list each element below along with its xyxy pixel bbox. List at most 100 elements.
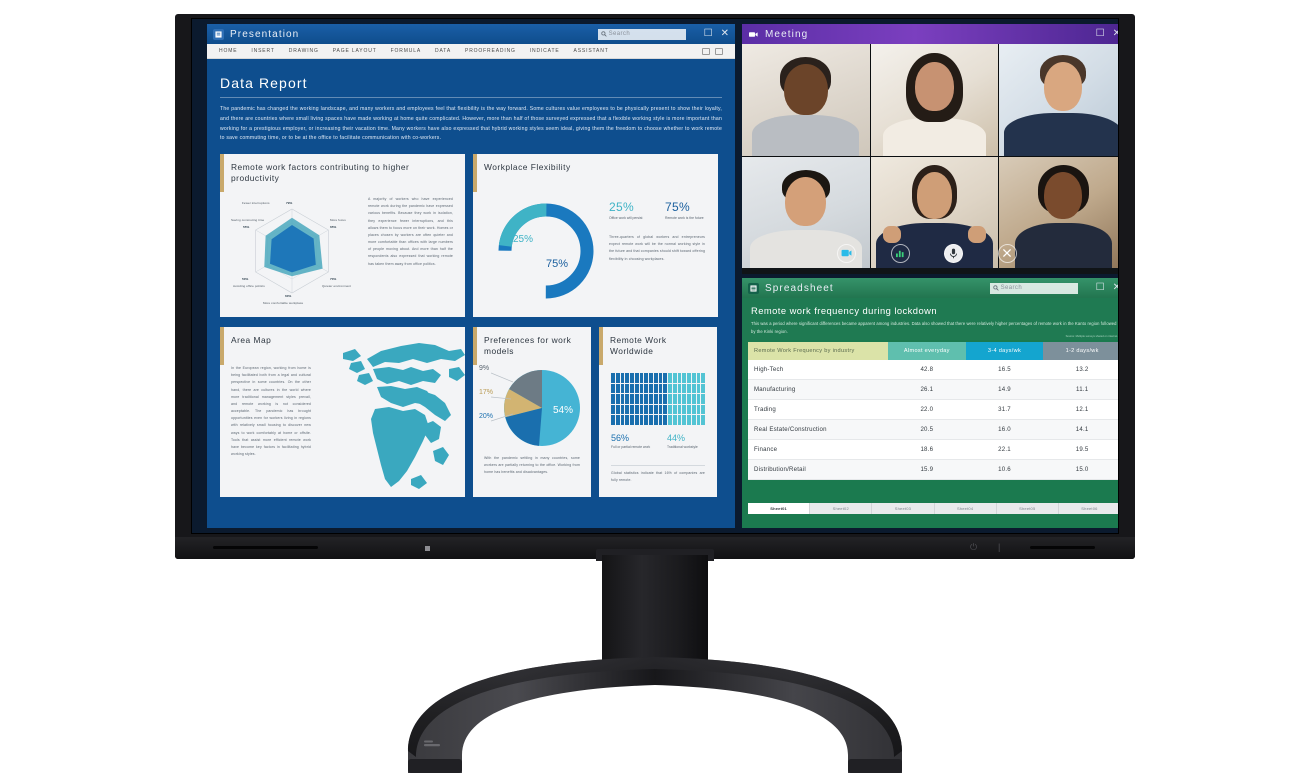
sheet-tab-bar[interactable]: Sheet01 Sheet02 Sheet03 Sheet04 Sheet05 Sheet… xyxy=(748,503,1118,514)
radar-label-more-comfortable-workplace: More comfortable workplace xyxy=(263,301,304,306)
table-cell-value: 12.1 xyxy=(1075,406,1089,414)
meeting-window[interactable]: Meeting ☐ ✕ xyxy=(742,24,1118,274)
meeting-titlebar[interactable]: Meeting ☐ ✕ xyxy=(742,24,1118,44)
search-icon xyxy=(993,285,999,291)
ribbon-tab-home[interactable]: HOME xyxy=(219,48,237,54)
table-cell-value: 20.5 xyxy=(920,426,934,434)
waffle-cell xyxy=(625,373,629,383)
presentation-search-input[interactable]: Search xyxy=(597,28,686,40)
waffle-cell xyxy=(663,383,667,394)
radar-chart: Fewer interruptions 79% More focus 65% Q… xyxy=(230,194,360,309)
presentation-titlebar[interactable]: Presentation Search ☐ ✕ xyxy=(207,24,735,44)
slide-divider xyxy=(220,97,722,98)
waffle-cell xyxy=(696,373,701,383)
participant-tile-3[interactable] xyxy=(999,44,1118,156)
sheet-tab-sheet06[interactable]: Sheet06 xyxy=(1059,503,1118,514)
table-cell-industry: Finance xyxy=(754,446,778,454)
table-cell-value: 15.9 xyxy=(920,466,934,474)
microphone-icon[interactable] xyxy=(944,243,964,263)
presentation-slide: Data Report The pandemic has changed the… xyxy=(207,59,735,528)
sheet-tab-sheet01[interactable]: Sheet01 xyxy=(748,503,811,514)
waffle-cell xyxy=(701,394,705,404)
ribbon-tab-assistant[interactable]: ASSISTANT xyxy=(574,48,609,54)
ribbon-tab-page-layout[interactable]: PAGE LAYOUT xyxy=(333,48,377,54)
waffle-cell xyxy=(615,404,620,415)
sheet-tab-sheet03[interactable]: Sheet03 xyxy=(872,503,935,514)
waffle-cell xyxy=(696,404,701,415)
meeting-close-button[interactable]: ✕ xyxy=(1113,29,1118,39)
table-row[interactable]: High-Tech 42.8 16.5 13.2 xyxy=(748,360,1118,381)
presentation-search-placeholder: Search xyxy=(608,31,631,37)
presentation-close-button[interactable]: ✕ xyxy=(721,29,729,39)
table-row[interactable]: Manufacturing 26.1 14.9 11.1 xyxy=(748,380,1118,401)
waffle-cell xyxy=(649,404,653,415)
stat-25-value: 25% xyxy=(609,200,634,215)
spreadsheet-close-button[interactable]: ✕ xyxy=(1113,283,1118,293)
joystick-control-icon[interactable]: | xyxy=(998,543,1000,552)
ribbon-tab-formula[interactable]: FORMULA xyxy=(391,48,421,54)
ribbon-tab-drawing[interactable]: DRAWING xyxy=(289,48,319,54)
waffle-cell xyxy=(696,383,701,394)
waffle-cell xyxy=(639,415,644,426)
spreadsheet-window[interactable]: Spreadsheet Search ☐ ✕ Remote work frequ… xyxy=(742,278,1118,528)
radar-label-quieter-environment: Quieter environment xyxy=(322,284,352,289)
table-row[interactable]: Trading 22.0 31.7 12.1 xyxy=(748,400,1118,421)
participant-tile-6[interactable] xyxy=(999,156,1118,268)
waffle-cell xyxy=(634,415,639,426)
table-row[interactable]: Distribution/Retail 15.9 10.6 15.0 xyxy=(748,460,1118,481)
table-cell-value: 22.0 xyxy=(920,406,934,414)
sheet-tab-sheet05[interactable]: Sheet05 xyxy=(997,503,1059,514)
stat-44-value: 44% xyxy=(667,433,686,444)
presentation-ribbon[interactable]: HOME INSERT DRAWING PAGE LAYOUT FORMULA … xyxy=(207,44,735,59)
ribbon-tab-insert[interactable]: INSERT xyxy=(251,48,274,54)
meeting-control-bar[interactable] xyxy=(837,240,1017,266)
ribbon-tab-indicate[interactable]: INDICATE xyxy=(530,48,560,54)
table-cell-value: 15.0 xyxy=(1075,466,1089,474)
presentation-maximize-button[interactable]: ☐ xyxy=(704,29,713,39)
waffle-cell xyxy=(620,404,625,415)
participant-tile-1[interactable] xyxy=(742,44,870,156)
waffle-cell xyxy=(672,383,677,394)
ribbon-tab-data[interactable]: DATA xyxy=(435,48,451,54)
card-accent-bar xyxy=(599,327,603,366)
power-button-icon[interactable]: ⏻ xyxy=(970,543,977,552)
comment-icon[interactable] xyxy=(702,47,710,55)
waffle-cell xyxy=(672,415,677,426)
waffle-cell xyxy=(611,373,615,383)
waffle-cell xyxy=(672,373,677,383)
waffle-cell xyxy=(658,394,663,404)
activity-icon[interactable] xyxy=(890,243,910,263)
table-row[interactable]: Finance 18.6 22.1 19.5 xyxy=(748,440,1118,461)
table-body: High-Tech 42.8 16.5 13.2 Manufacturing 26.1 14… xyxy=(748,360,1118,481)
radar-label-saving-commuting-time: Saving commuting time xyxy=(231,218,265,223)
waffle-cell xyxy=(668,404,672,415)
table-cell-value: 26.1 xyxy=(920,386,934,394)
sheet-tab-sheet04[interactable]: Sheet04 xyxy=(935,503,997,514)
waffle-cell xyxy=(687,383,691,394)
table-cell-industry: Distribution/Retail xyxy=(754,466,806,474)
presentation-window[interactable]: Presentation Search ☐ ✕ HOME INSERT DRAW… xyxy=(207,24,735,528)
end-call-icon[interactable] xyxy=(997,243,1017,263)
waffle-cell xyxy=(639,383,644,394)
video-camera-icon xyxy=(748,29,759,40)
table-cell-value: 19.5 xyxy=(1075,446,1089,454)
spreadsheet-search-input[interactable]: Search xyxy=(989,282,1078,294)
slide-body-text: The pandemic has changed the working lan… xyxy=(220,106,722,142)
ribbon-tab-proofreading[interactable]: PROOFREADING xyxy=(465,48,516,54)
stat-56-value: 56% xyxy=(611,433,630,444)
table-row[interactable]: Real Estate/Construction 20.5 16.0 14.1 xyxy=(748,420,1118,441)
share-screen-icon[interactable] xyxy=(837,243,856,263)
spreadsheet-maximize-button[interactable]: ☐ xyxy=(1096,283,1105,293)
radar-label-fewer-interruptions: Fewer interruptions xyxy=(242,201,270,206)
screenshot-stage: Presentation Search ☐ ✕ HOME INSERT DRAW… xyxy=(0,0,1300,780)
meeting-maximize-button[interactable]: ☐ xyxy=(1096,29,1105,39)
waffle-cell xyxy=(663,404,667,415)
waffle-cell xyxy=(663,415,667,426)
sheet-tab-sheet02[interactable]: Sheet02 xyxy=(810,503,873,514)
waffle-cell xyxy=(691,404,696,415)
presentation-file-icon xyxy=(213,28,224,40)
share-icon[interactable] xyxy=(715,47,723,55)
participant-tile-2[interactable] xyxy=(870,44,999,156)
waffle-cell xyxy=(653,404,658,415)
spreadsheet-titlebar[interactable]: Spreadsheet Search ☐ ✕ xyxy=(742,278,1118,298)
